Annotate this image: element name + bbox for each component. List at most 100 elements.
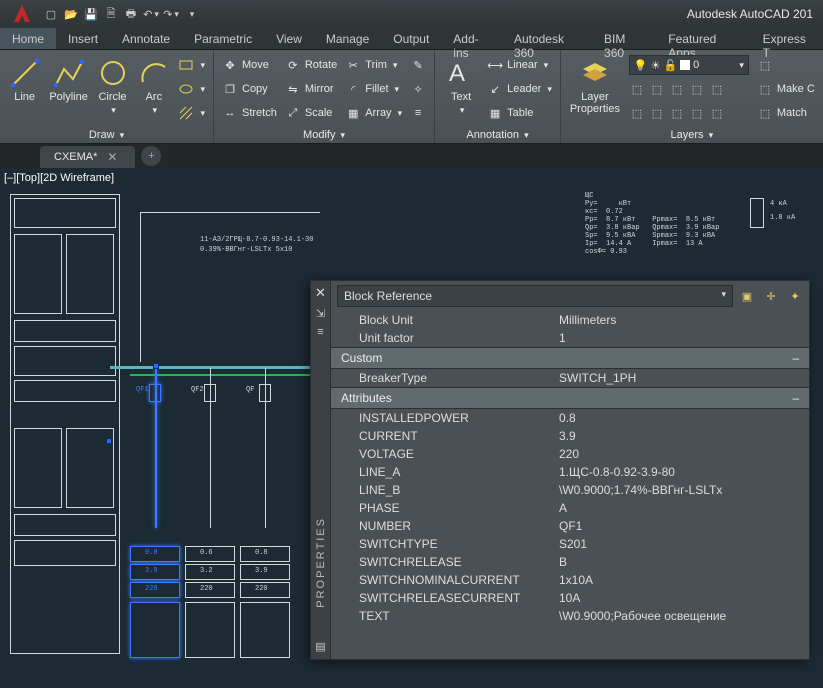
tab-annotate[interactable]: Annotate — [110, 28, 182, 49]
pin-palette-icon[interactable]: ⇲ — [316, 307, 325, 320]
layer-tool-icon: ⬚ — [629, 81, 645, 97]
draw-extra-2[interactable]: ▾ — [178, 79, 205, 99]
svg-text:A: A — [449, 60, 465, 87]
line-button[interactable]: Line — [8, 53, 41, 103]
panel-layers-title[interactable]: Layers ▾ — [561, 129, 823, 141]
circle-button[interactable]: Circle▾ — [96, 53, 129, 116]
prop-row[interactable]: NUMBERQF1 — [331, 517, 809, 535]
tab-featured[interactable]: Featured Apps — [656, 28, 750, 49]
prop-row[interactable]: LINE_B\W0.9000;1.74%-ВВГнг-LSLTx — [331, 481, 809, 499]
prop-row[interactable]: Block UnitMillimeters — [331, 311, 809, 329]
leader-button[interactable]: ↙Leader ▾ — [487, 79, 552, 99]
array-button[interactable]: ▦Array ▾ — [345, 103, 402, 123]
select-objects-icon[interactable]: ✛ — [763, 288, 779, 304]
lock-icon: 🔓 — [663, 59, 677, 72]
linear-button[interactable]: ⟷Linear ▾ — [487, 55, 552, 75]
copy-button[interactable]: ❐Copy — [222, 79, 277, 99]
prop-row[interactable]: PHASEA — [331, 499, 809, 517]
tab-addins[interactable]: Add-ins — [441, 28, 502, 49]
save-icon[interactable]: 💾 — [82, 5, 100, 23]
close-tab-icon[interactable]: ✕ — [107, 150, 117, 164]
layer-properties-button[interactable]: Layer Properties — [569, 53, 621, 115]
object-type-selector[interactable]: Block Reference▾ — [337, 285, 733, 307]
prop-row[interactable]: TEXT\W0.9000;Рабочее освещение — [331, 607, 809, 625]
text-button[interactable]: A Text▾ — [443, 53, 479, 116]
open-icon[interactable]: 📂 — [62, 5, 80, 23]
prop-row[interactable]: INSTALLEDPOWER0.8 — [331, 409, 809, 427]
draw-extra-3[interactable]: ▾ — [178, 103, 205, 123]
quick-access-toolbar: ▢ 📂 💾 🗎 🖶 ↶▾ ↷▾ ▾ — [42, 5, 200, 23]
section-attributes[interactable]: Attributes– — [331, 387, 809, 409]
panel-annotation-title[interactable]: Annotation ▾ — [435, 129, 560, 141]
trim-button[interactable]: ✂Trim ▾ — [345, 55, 402, 75]
prop-row[interactable]: SWITCHRELEASECURRENT10A — [331, 589, 809, 607]
panel-modify: ✥Move ❐Copy ↔Stretch ⟳Rotate ⇋Mirror ⤢Sc… — [214, 50, 435, 143]
saveas-icon[interactable]: 🗎 — [102, 5, 120, 23]
ribbon: Line Polyline Circle▾ Arc▾ ▾ ▾ ▾ Draw ▾ — [0, 50, 823, 144]
rotate-icon: ⟳ — [285, 57, 301, 73]
scale-button[interactable]: ⤢Scale — [285, 103, 337, 123]
panel-draw-title[interactable]: Draw ▾ — [0, 129, 213, 141]
fillet-button[interactable]: ◜Fillet ▾ — [345, 79, 402, 99]
layer-selector[interactable]: 💡☀🔓0 ▾ — [629, 55, 749, 75]
scale-icon: ⤢ — [285, 105, 301, 121]
rotate-button[interactable]: ⟳Rotate — [285, 55, 337, 75]
quickselect-icon[interactable]: ▣ — [739, 288, 755, 304]
move-icon: ✥ — [222, 57, 238, 73]
tab-bim360[interactable]: BIM 360 — [592, 28, 656, 49]
prop-row[interactable]: VOLTAGE220 — [331, 445, 809, 463]
tab-express[interactable]: Express T — [751, 28, 823, 49]
prop-row[interactable]: Unit factor1 — [331, 329, 809, 347]
tab-autodesk360[interactable]: Autodesk 360 — [502, 28, 592, 49]
panel-modify-title[interactable]: Modify ▾ — [214, 129, 434, 141]
mirror-button[interactable]: ⇋Mirror — [285, 79, 337, 99]
section-custom[interactable]: Custom– — [331, 347, 809, 369]
tab-manage[interactable]: Manage — [314, 28, 381, 49]
palette-options-icon[interactable]: ▤ — [315, 640, 325, 653]
new-tab-button[interactable]: + — [141, 146, 161, 166]
stretch-button[interactable]: ↔Stretch — [222, 103, 277, 123]
ribbon-tabs: Home Insert Annotate Parametric View Man… — [0, 28, 823, 50]
file-tab[interactable]: CXEMA* ✕ — [40, 146, 135, 168]
arc-button[interactable]: Arc▾ — [137, 53, 170, 116]
modify-extra-2[interactable]: ✧ — [410, 79, 426, 99]
leader-icon: ↙ — [487, 81, 503, 97]
table-button[interactable]: ▦Table — [487, 103, 552, 123]
draw-extra-1[interactable]: ▾ — [178, 55, 205, 75]
polyline-button[interactable]: Polyline — [49, 53, 88, 103]
tab-parametric[interactable]: Parametric — [182, 28, 264, 49]
layer-tools-row1[interactable]: ⬚⬚⬚⬚⬚ — [629, 79, 749, 99]
app-menu-button[interactable] — [6, 1, 38, 27]
polyline-icon — [53, 57, 85, 89]
palette-header: Block Reference▾ ▣ ✛ ✦ — [331, 281, 809, 311]
modify-extra-1[interactable]: ✎ — [410, 55, 426, 75]
prop-row[interactable]: SWITCHTYPES201 — [331, 535, 809, 553]
layer-misc-1[interactable]: ⬚ — [757, 55, 815, 75]
match-layer-button[interactable]: ⬚Match — [757, 103, 815, 123]
tab-view[interactable]: View — [264, 28, 314, 49]
move-button[interactable]: ✥Move — [222, 55, 277, 75]
tab-home[interactable]: Home — [0, 28, 56, 49]
palette-menu-icon[interactable]: ≡ — [317, 326, 323, 338]
new-icon[interactable]: ▢ — [42, 5, 60, 23]
close-palette-icon[interactable]: ✕ — [315, 285, 326, 301]
redo-icon[interactable]: ↷▾ — [162, 5, 180, 23]
layer-tools-row2[interactable]: ⬚⬚⬚⬚⬚ — [629, 103, 749, 123]
plot-icon[interactable]: 🖶 — [122, 5, 140, 23]
prop-row[interactable]: BreakerTypeSWITCH_1PH — [331, 369, 809, 387]
modify-extra-3[interactable]: ≡ — [410, 103, 426, 123]
tab-insert[interactable]: Insert — [56, 28, 110, 49]
panel-layers: Layer Properties 💡☀🔓0 ▾ ⬚⬚⬚⬚⬚ ⬚⬚⬚⬚⬚ ⬚ ⬚M… — [561, 50, 823, 143]
undo-icon[interactable]: ↶▾ — [142, 5, 160, 23]
prop-row[interactable]: CURRENT3.9 — [331, 427, 809, 445]
trim-icon: ✂ — [345, 57, 361, 73]
hatch-icon — [178, 105, 194, 121]
autocad-logo-icon — [10, 2, 34, 26]
qat-more-icon[interactable]: ▾ — [182, 5, 200, 23]
make-current-button[interactable]: ⬚Make C — [757, 79, 815, 99]
prop-row[interactable]: SWITCHNOMINALCURRENT1x10A — [331, 571, 809, 589]
prop-row[interactable]: SWITCHRELEASEB — [331, 553, 809, 571]
toggle-pickadd-icon[interactable]: ✦ — [787, 288, 803, 304]
prop-row[interactable]: LINE_A1.ЩС-0.8-0.92-3.9-80 — [331, 463, 809, 481]
tab-output[interactable]: Output — [381, 28, 441, 49]
